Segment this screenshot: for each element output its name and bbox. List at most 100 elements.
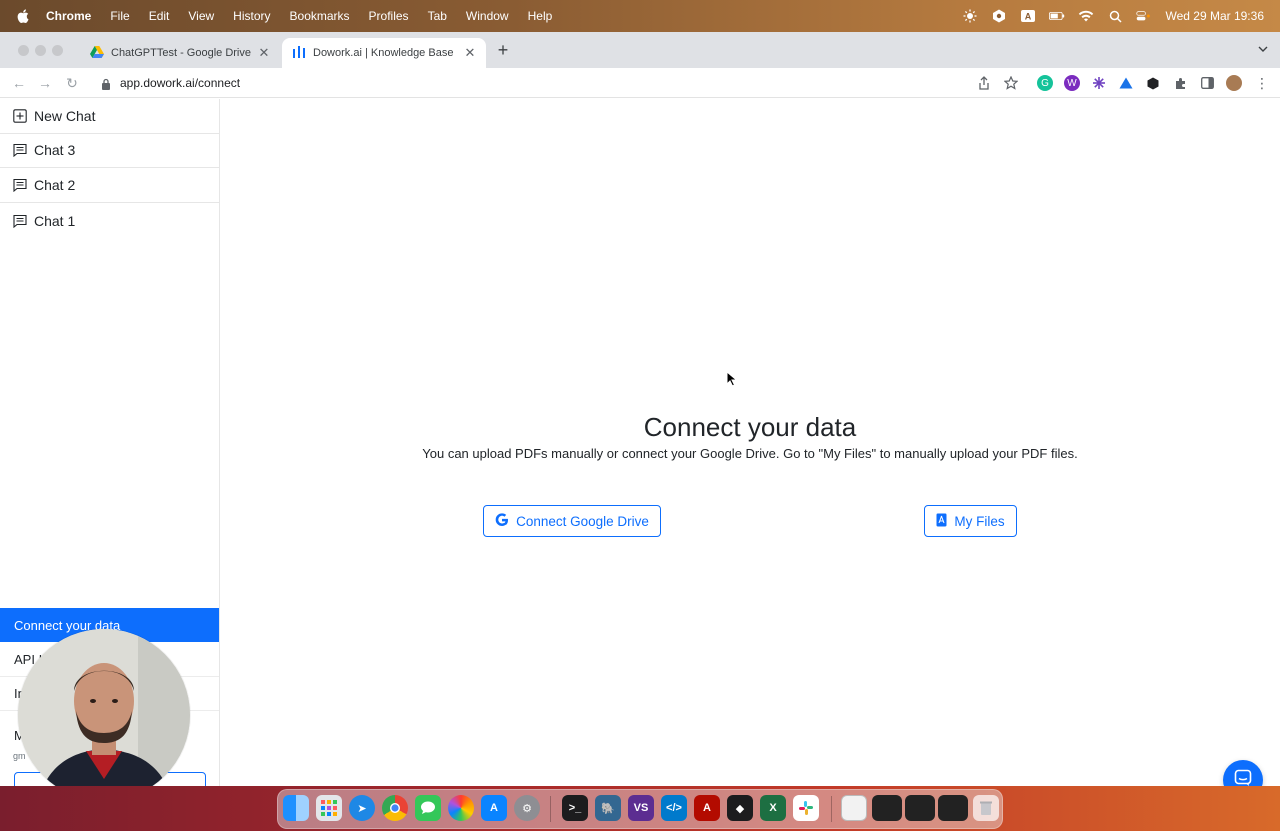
connect-google-drive-label: Connect Google Drive <box>516 513 649 529</box>
trash-icon[interactable] <box>973 795 999 821</box>
new-chat-button[interactable]: New Chat <box>0 99 219 134</box>
menu-history[interactable]: History <box>233 9 270 23</box>
terminal-icon[interactable]: >_ <box>562 795 588 821</box>
tab-dowork[interactable]: Dowork.ai | Knowledge Base ✕ <box>282 38 486 68</box>
menu-bookmarks[interactable]: Bookmarks <box>290 9 350 23</box>
menu-edit[interactable]: Edit <box>149 9 170 23</box>
close-tab-icon[interactable]: ✕ <box>256 45 272 61</box>
dock-separator <box>550 796 551 822</box>
macos-dock: ➤ A ⚙ >_ 🐘 VS </> A ◆ X <box>277 789 1003 829</box>
system-settings-icon[interactable]: ⚙ <box>514 795 540 821</box>
main-content: Connect your data You can upload PDFs ma… <box>220 99 1280 800</box>
postgresql-icon[interactable]: 🐘 <box>595 795 621 821</box>
chrome-icon[interactable] <box>382 795 408 821</box>
excel-icon[interactable]: X <box>760 795 786 821</box>
menu-window[interactable]: Window <box>466 9 509 23</box>
macos-menu-bar: Chrome File Edit View History Bookmarks … <box>0 0 1280 32</box>
finder-icon[interactable] <box>283 795 309 821</box>
zoom-window-button[interactable] <box>52 45 63 56</box>
sidebar-item-chat-2[interactable]: Chat 2 <box>0 168 219 203</box>
chat-icon <box>13 214 27 228</box>
sidebar-item-label: Chat 3 <box>34 142 76 158</box>
grammarly-extension-icon[interactable]: G <box>1037 75 1053 91</box>
lock-icon[interactable] <box>101 77 111 90</box>
battery-icon[interactable] <box>1049 8 1065 24</box>
launchpad-icon[interactable] <box>316 795 342 821</box>
chat-icon <box>13 178 27 193</box>
apple-logo-icon[interactable] <box>16 9 30 23</box>
google-drive-icon <box>90 45 104 61</box>
my-files-label: My Files <box>954 513 1005 529</box>
purple-extension-icon[interactable]: W <box>1064 75 1080 91</box>
sidebar-item-label: Chat 1 <box>34 212 76 229</box>
brightness-icon[interactable] <box>962 8 978 24</box>
dock-separator <box>831 796 832 822</box>
terminal-window-thumbnail-icon[interactable] <box>938 795 968 821</box>
menu-file[interactable]: File <box>110 9 129 23</box>
user-email: gm <box>13 751 26 761</box>
menu-view[interactable]: View <box>188 9 214 23</box>
my-files-button[interactable]: My Files <box>924 505 1017 537</box>
spotlight-search-icon[interactable] <box>1107 8 1123 24</box>
tab-title: ChatGPTTest - Google Drive <box>111 47 251 59</box>
terminal-window-thumbnail-icon[interactable] <box>905 795 935 821</box>
sidebar-item-label: Chat 2 <box>34 177 76 193</box>
browser-window: ChatGPTTest - Google Drive ✕ Dowork.ai |… <box>0 32 1280 804</box>
webcam-overlay <box>18 629 190 801</box>
messages-icon[interactable] <box>415 795 441 821</box>
sidebar-item-chat-3[interactable]: Chat 3 <box>0 133 219 168</box>
connect-google-drive-button[interactable]: Connect Google Drive <box>483 505 661 537</box>
menu-help[interactable]: Help <box>528 9 553 23</box>
tab-search-chevron-icon[interactable] <box>1258 44 1268 55</box>
bookmark-star-icon[interactable] <box>1003 75 1019 91</box>
close-tab-icon[interactable]: ✕ <box>462 45 478 61</box>
tab-title: Dowork.ai | Knowledge Base <box>313 47 454 59</box>
visual-studio-icon[interactable]: VS <box>628 795 654 821</box>
wifi-icon[interactable] <box>1078 8 1094 24</box>
acrobat-icon[interactable]: A <box>694 795 720 821</box>
menu-profiles[interactable]: Profiles <box>369 9 409 23</box>
app-store-icon[interactable]: A <box>481 795 507 821</box>
address-bar[interactable]: app.dowork.ai/connect <box>120 76 240 90</box>
hexagon-app-icon[interactable] <box>991 8 1007 24</box>
triangle-extension-icon[interactable] <box>1118 75 1134 91</box>
asterisk-extension-icon[interactable] <box>1091 75 1107 91</box>
share-icon[interactable] <box>976 75 992 91</box>
sidebar-item-chat-1[interactable]: Chat 1 <box>0 203 219 238</box>
menu-tab[interactable]: Tab <box>428 9 447 23</box>
tab-strip: ChatGPTTest - Google Drive ✕ Dowork.ai |… <box>0 32 1280 68</box>
page-description: You can upload PDFs manually or connect … <box>422 446 1078 461</box>
chat-icon <box>13 143 27 158</box>
profile-avatar[interactable] <box>1226 75 1242 91</box>
slack-icon[interactable] <box>793 795 819 821</box>
side-panel-icon[interactable] <box>1199 75 1215 91</box>
new-tab-icon[interactable]: + <box>494 41 512 60</box>
dowork-logo-icon <box>292 45 306 61</box>
google-g-icon <box>495 512 509 530</box>
extensions-puzzle-icon[interactable] <box>1172 75 1188 91</box>
menu-app-name[interactable]: Chrome <box>46 9 91 23</box>
reload-icon[interactable]: ↻ <box>63 74 81 92</box>
close-window-button[interactable] <box>18 45 29 56</box>
more-menu-icon[interactable]: ⋮ <box>1254 75 1270 91</box>
vscode-icon[interactable]: </> <box>661 795 687 821</box>
terminal-window-thumbnail-icon[interactable] <box>872 795 902 821</box>
mouse-cursor-icon <box>726 370 738 387</box>
plus-square-icon <box>13 109 27 123</box>
sidebar-item-label: New Chat <box>34 108 96 124</box>
keyboard-input-icon[interactable]: A <box>1020 8 1036 24</box>
document-thumbnail-icon[interactable] <box>841 795 867 821</box>
forward-arrow-icon[interactable]: → <box>36 74 54 92</box>
back-arrow-icon[interactable]: ← <box>10 74 28 92</box>
photos-icon[interactable] <box>448 795 474 821</box>
cursor-app-icon[interactable]: ◆ <box>727 795 753 821</box>
menu-clock[interactable]: Wed 29 Mar 19:36 <box>1165 9 1264 23</box>
desktop-background: ➤ A ⚙ >_ 🐘 VS </> A ◆ X <box>0 786 1280 831</box>
control-center-icon[interactable] <box>1136 8 1152 24</box>
tab-google-drive[interactable]: ChatGPTTest - Google Drive ✕ <box>80 38 280 68</box>
hexagon-extension-icon[interactable] <box>1145 75 1161 91</box>
minimize-window-button[interactable] <box>35 45 46 56</box>
sidebar: New Chat Chat 3 Chat 2 Chat 1 Connect yo… <box>0 99 220 804</box>
safari-icon[interactable]: ➤ <box>349 795 375 821</box>
page-title: Connect your data <box>643 412 857 442</box>
